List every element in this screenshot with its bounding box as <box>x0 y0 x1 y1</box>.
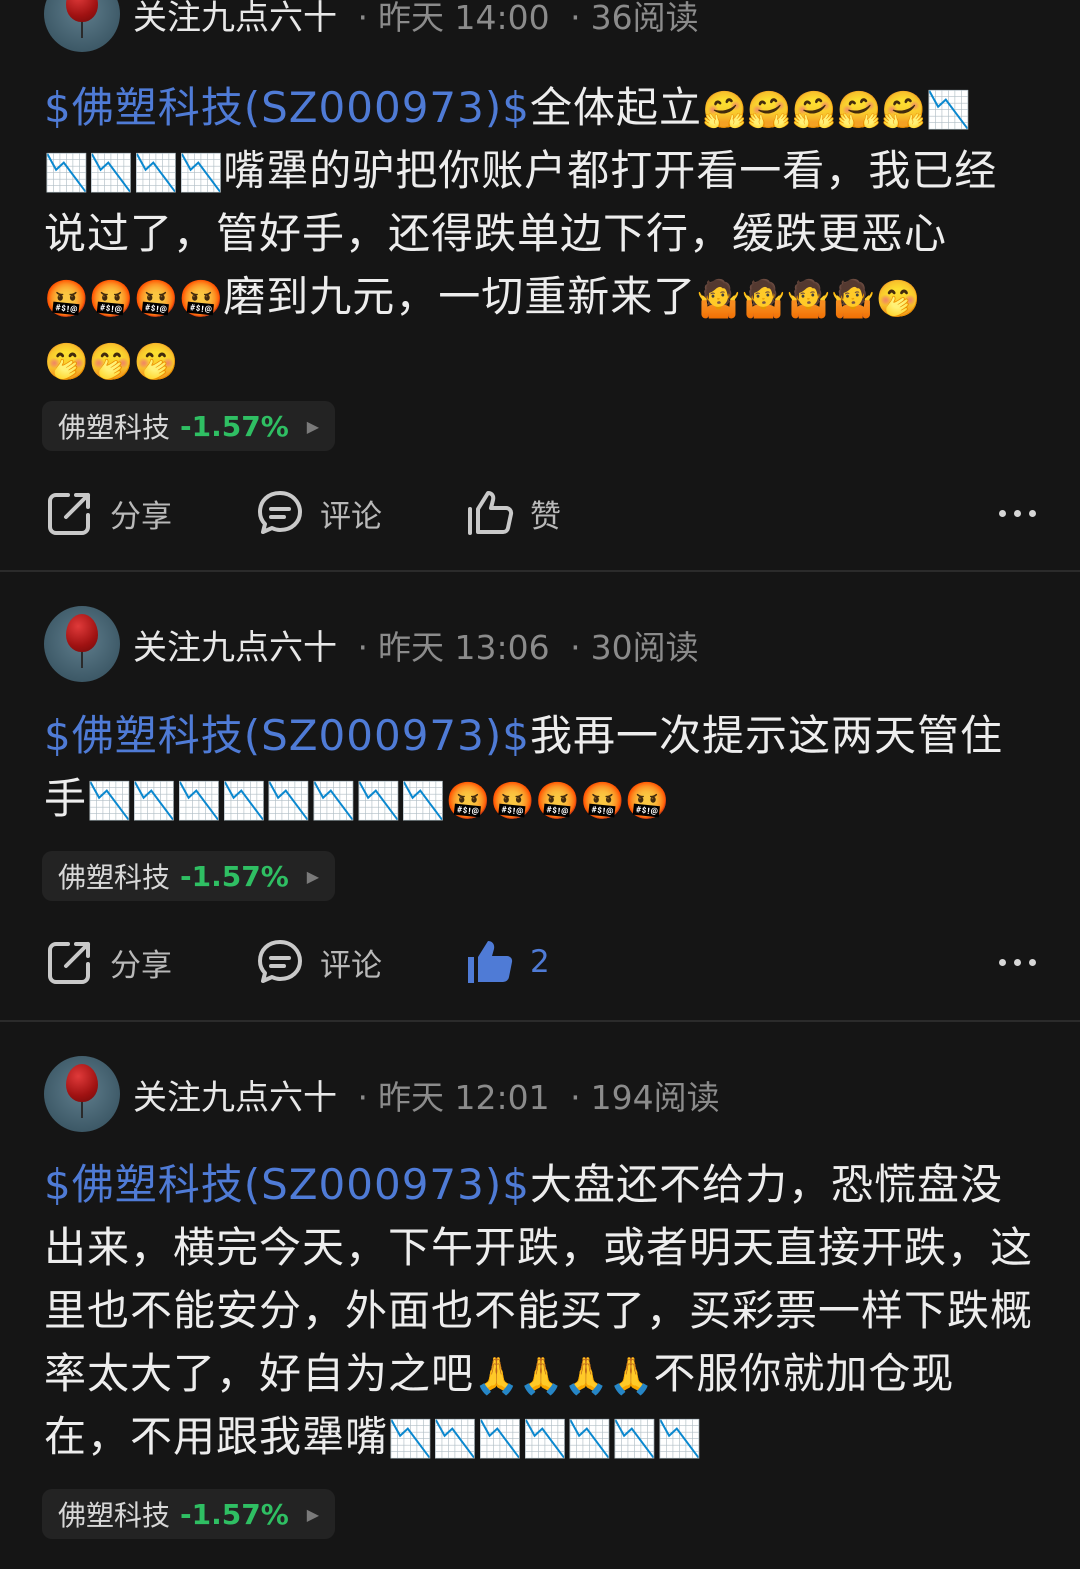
post-time: 昨天 13:06 <box>378 627 550 667</box>
post-header: 关注九点六十 · 昨天 12:01 · 194阅读 <box>44 1056 720 1132</box>
post-content: $佛塑科技(SZ000973)$大盘还不给力，恐慌盘没出来，横完今天，下午开跌，… <box>44 1153 1034 1468</box>
thumbs-up-icon <box>468 491 514 535</box>
comment-label: 评论 <box>320 498 382 535</box>
post-header: 关注九点六十 · 昨天 14:00 · 36阅读 <box>44 0 699 52</box>
stock-name: 佛塑科技 <box>58 1499 171 1532</box>
shrug-emoji: 🤷🤷🤷🤷🤭 <box>696 279 921 320</box>
stock-chip[interactable]: 佛塑科技 -1.57% ▶ <box>42 851 335 901</box>
post-meta: 关注九点六十 · 昨天 14:00 · 36阅读 <box>133 0 699 39</box>
stock-name: 佛塑科技 <box>58 861 171 894</box>
action-bar: 分享 评论 2 <box>44 932 1036 992</box>
comment-label: 评论 <box>320 947 382 984</box>
post-content: $佛塑科技(SZ000973)$全体起立🤗🤗🤗🤗🤗📉 📉📉📉📉嘴犟的驴把你账户都打… <box>44 76 1034 391</box>
share-button[interactable]: 分享 <box>44 936 256 988</box>
thumbs-up-filled-icon <box>468 941 513 983</box>
post-text: 全体起立 <box>529 83 702 132</box>
author-name[interactable]: 关注九点六十 <box>133 628 337 668</box>
chart-down-emoji: 📉📉📉📉📉📉📉📉 <box>87 781 446 822</box>
post-meta: 关注九点六十 · 昨天 12:01 · 194阅读 <box>133 1077 720 1118</box>
post-card: 关注九点六十 · 昨天 13:06 · 30阅读 $佛塑科技(SZ000973)$我… <box>0 572 1080 1020</box>
stock-link[interactable]: $佛塑科技(SZ000973)$ <box>44 83 530 132</box>
like-button[interactable]: 赞 <box>466 489 766 537</box>
post-header: 关注九点六十 · 昨天 13:06 · 30阅读 <box>44 606 699 682</box>
comment-icon <box>258 491 302 534</box>
stock-link[interactable]: $佛塑科技(SZ000973)$ <box>44 711 530 760</box>
share-icon <box>48 493 90 535</box>
post-meta: 关注九点六十 · 昨天 13:06 · 30阅读 <box>133 627 699 668</box>
author-name[interactable]: 关注九点六十 <box>133 0 337 38</box>
chart-down-emoji: 📉📉📉📉📉📉📉 <box>388 1419 702 1460</box>
more-options-button[interactable] <box>999 932 1036 992</box>
stock-link[interactable]: $佛塑科技(SZ000973)$ <box>44 1160 530 1209</box>
giggle-emoji: 🤭🤭🤭 <box>44 342 179 383</box>
post-time: 昨天 12:01 <box>378 1077 550 1117</box>
chart-down-emoji: 📉 <box>926 90 971 131</box>
stock-chip[interactable]: 佛塑科技 -1.57% ▶ <box>42 401 335 451</box>
stock-name: 佛塑科技 <box>58 411 171 444</box>
action-bar: 分享 评论 赞 <box>44 483 1036 543</box>
pray-emoji: 🙏🙏🙏🙏 <box>474 1356 654 1397</box>
comment-button[interactable]: 评论 <box>256 938 466 986</box>
more-options-button[interactable] <box>999 483 1036 543</box>
stock-change: -1.57% <box>180 1497 289 1531</box>
comment-icon <box>258 940 302 983</box>
post-time: 昨天 14:00 <box>378 0 550 37</box>
hug-emoji: 🤗🤗🤗🤗🤗 <box>702 90 927 131</box>
chevron-right-icon: ▶ <box>306 1504 320 1524</box>
share-icon <box>48 942 90 984</box>
chart-down-emoji: 📉📉📉📉 <box>44 153 224 194</box>
avatar[interactable] <box>44 1056 120 1132</box>
angry-emoji: 🤬🤬🤬🤬 <box>44 279 224 320</box>
share-label: 分享 <box>110 947 172 984</box>
author-name[interactable]: 关注九点六十 <box>133 1078 337 1118</box>
like-button[interactable]: 2 <box>466 938 766 986</box>
post-content: $佛塑科技(SZ000973)$我再一次提示这两天管住手📉📉📉📉📉📉📉📉🤬🤬🤬🤬… <box>44 704 1034 830</box>
avatar[interactable] <box>44 606 120 682</box>
post-card: 关注九点六十 · 昨天 14:00 · 36阅读 $佛塑科技(SZ000973)$全… <box>0 0 1080 570</box>
like-label: 赞 <box>530 498 561 535</box>
stock-change: -1.57% <box>180 409 289 443</box>
angry-emoji: 🤬🤬🤬🤬🤬 <box>445 781 670 822</box>
stock-change: -1.57% <box>180 859 289 893</box>
chevron-right-icon: ▶ <box>306 866 320 886</box>
post-text: 磨到九元，一切重新来了 <box>223 272 697 321</box>
read-count: 30阅读 <box>590 627 699 667</box>
share-label: 分享 <box>110 498 172 535</box>
post-card: 关注九点六十 · 昨天 12:01 · 194阅读 $佛塑科技(SZ000973)$… <box>0 1022 1080 1569</box>
share-button[interactable]: 分享 <box>44 487 256 539</box>
read-count: 194阅读 <box>590 1077 720 1117</box>
chevron-right-icon: ▶ <box>306 416 320 436</box>
like-count: 2 <box>530 944 550 980</box>
avatar[interactable] <box>44 0 120 52</box>
stock-chip[interactable]: 佛塑科技 -1.57% ▶ <box>42 1489 335 1539</box>
comment-button[interactable]: 评论 <box>256 489 466 537</box>
read-count: 36阅读 <box>590 0 699 37</box>
